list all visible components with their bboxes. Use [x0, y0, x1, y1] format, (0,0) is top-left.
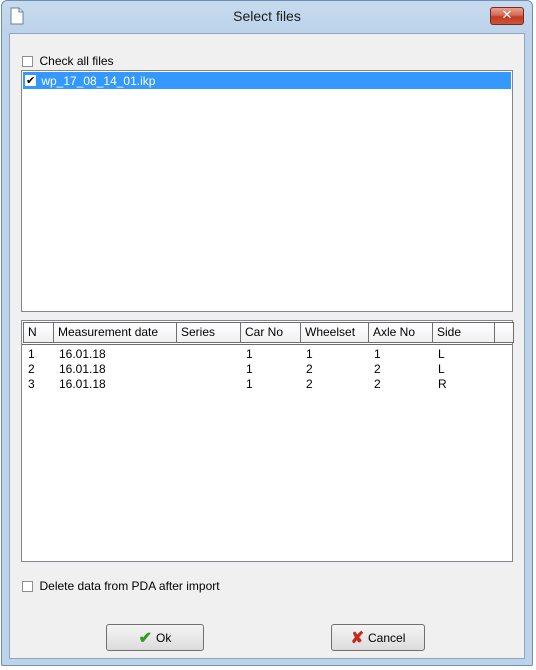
cell-axle-no: 1	[374, 347, 381, 361]
cell-car-no: 1	[246, 362, 253, 376]
column-header-n[interactable]: N	[23, 322, 54, 343]
table-row[interactable]: 3 16.01.18 1 2 2 R	[23, 377, 495, 392]
cell-date: 16.01.18	[59, 347, 106, 361]
cell-axle-no: 2	[374, 362, 381, 376]
cell-series	[177, 347, 241, 362]
ok-button[interactable]: ✔ Ok	[106, 624, 204, 651]
cell-n: 3	[28, 377, 35, 391]
measurements-table[interactable]: N Measurement date Series Car No Wheelse…	[21, 320, 514, 562]
table-row[interactable]: 1 16.01.18 1 1 1 L	[23, 347, 495, 362]
select-files-dialog: Select files ✕ Check all files wp_17_08_…	[1, 0, 533, 666]
file-list-item[interactable]: wp_17_08_14_01.ikp	[23, 72, 511, 89]
file-checkbox[interactable]	[25, 73, 36, 89]
cancel-button[interactable]: ✘ Cancel	[331, 624, 425, 651]
close-button[interactable]: ✕	[490, 7, 524, 25]
title-bar[interactable]: Select files ✕	[2, 1, 532, 33]
column-header-car-no[interactable]: Car No	[241, 322, 301, 343]
close-icon: ✕	[501, 8, 513, 23]
cell-wheelset: 2	[306, 377, 313, 391]
checkmark-icon: ✔	[138, 629, 153, 647]
table-row[interactable]: 2 16.01.18 1 2 2 L	[23, 362, 495, 377]
cell-car-no: 1	[246, 377, 253, 391]
cell-series	[177, 377, 241, 392]
cell-car-no: 1	[246, 347, 253, 361]
cell-side: L	[438, 362, 445, 376]
column-header-measurement-date[interactable]: Measurement date	[54, 322, 177, 343]
column-header-series[interactable]: Series	[177, 322, 241, 343]
cell-wheelset: 1	[306, 347, 313, 361]
cell-n: 1	[28, 347, 35, 361]
column-header-side[interactable]: Side	[433, 322, 495, 343]
delete-after-import-checkbox[interactable]	[22, 580, 33, 592]
cell-axle-no: 2	[374, 377, 381, 391]
ok-button-label: Ok	[156, 630, 172, 645]
table-header: N Measurement date Series Car No Wheelse…	[23, 322, 514, 343]
window-title: Select files	[233, 8, 301, 24]
check-all-checkbox[interactable]	[22, 55, 33, 67]
column-header-wheelset[interactable]: Wheelset	[301, 322, 369, 343]
column-header-filler	[495, 322, 514, 343]
cancel-button-label: Cancel	[368, 630, 406, 645]
check-all-files-option[interactable]: Check all files	[22, 54, 114, 68]
cell-series	[177, 362, 241, 377]
cell-date: 16.01.18	[59, 377, 106, 391]
header-divider	[22, 344, 512, 345]
cell-side: L	[438, 347, 445, 361]
dialog-client-area: Check all files wp_17_08_14_01.ikp N Mea…	[9, 33, 525, 659]
x-icon: ✘	[350, 629, 365, 647]
cell-wheelset: 2	[306, 362, 313, 376]
cell-n: 2	[28, 362, 35, 376]
column-header-axle-no[interactable]: Axle No	[369, 322, 433, 343]
delete-after-import-option[interactable]: Delete data from PDA after import	[22, 579, 220, 593]
delete-after-import-label: Delete data from PDA after import	[39, 579, 220, 593]
cell-side: R	[438, 377, 447, 391]
file-name: wp_17_08_14_01.ikp	[41, 73, 156, 88]
table-body: 1 16.01.18 1 1 1 L 2 16.01.18 1 2 2 L 3 …	[23, 347, 495, 392]
check-all-label: Check all files	[39, 54, 114, 68]
file-list[interactable]: wp_17_08_14_01.ikp	[21, 70, 513, 312]
cell-date: 16.01.18	[59, 362, 106, 376]
